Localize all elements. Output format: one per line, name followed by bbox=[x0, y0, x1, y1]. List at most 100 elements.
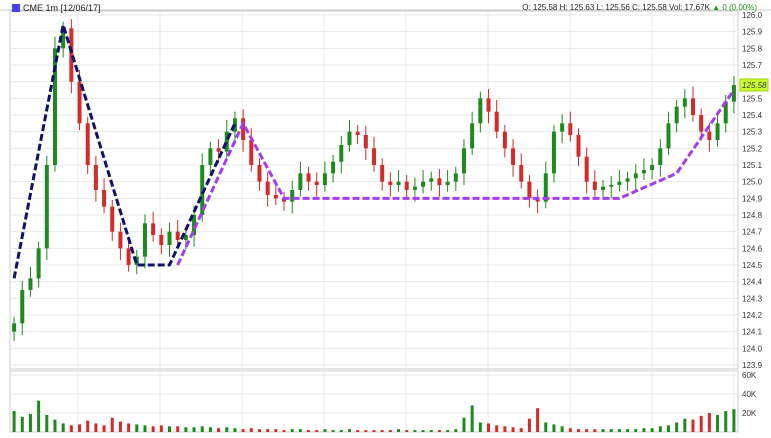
change-arrow-icon: ▲ bbox=[712, 3, 721, 12]
volume-bar bbox=[45, 414, 49, 432]
volume-bar bbox=[61, 423, 65, 432]
candle-body bbox=[265, 181, 270, 195]
y-tick-label: 125.0 bbox=[742, 178, 763, 187]
volume-bar bbox=[454, 429, 458, 432]
candle-body bbox=[421, 181, 426, 187]
candle-body bbox=[102, 190, 107, 207]
candle-body bbox=[273, 195, 278, 199]
volume-bar bbox=[151, 426, 155, 432]
volume-bar bbox=[429, 430, 433, 432]
candle-body bbox=[584, 156, 589, 182]
volume-bar bbox=[78, 424, 82, 432]
volume-bar bbox=[576, 429, 580, 432]
candle-body bbox=[118, 231, 123, 249]
symbol-label: CME 1m [12/06/17] bbox=[23, 3, 101, 13]
candle-body bbox=[609, 185, 614, 187]
y-tick-label: 124.3 bbox=[742, 294, 763, 303]
y-tick-label: 124.0 bbox=[742, 344, 763, 353]
volume-bar bbox=[519, 428, 523, 432]
candle-body bbox=[502, 131, 507, 149]
volume-bar bbox=[266, 429, 270, 432]
volume-bar bbox=[716, 414, 720, 432]
candle-body bbox=[429, 178, 434, 182]
candle-body bbox=[592, 181, 597, 190]
volume-bar bbox=[707, 413, 711, 432]
volume-bar bbox=[503, 426, 507, 432]
volume-bar bbox=[487, 423, 491, 432]
candle-body bbox=[650, 165, 655, 170]
candle-body bbox=[568, 123, 573, 135]
candle-body bbox=[126, 248, 131, 265]
candle-body bbox=[249, 140, 254, 165]
y-tick-label: 124.4 bbox=[742, 278, 763, 287]
volume-bar bbox=[274, 429, 278, 432]
candle-body bbox=[314, 181, 319, 185]
y-tick-label: 124.6 bbox=[742, 244, 763, 253]
y-tick-label: 125.5 bbox=[742, 94, 763, 103]
candle-body bbox=[142, 223, 147, 257]
candle-body bbox=[69, 28, 74, 82]
volume-bar bbox=[724, 411, 728, 432]
candle-body bbox=[519, 165, 524, 182]
volume-tick-label: 20K bbox=[742, 409, 757, 418]
candle-body bbox=[306, 173, 311, 182]
volume-bar bbox=[20, 416, 24, 432]
candle-body bbox=[691, 98, 696, 115]
volume-bar bbox=[339, 430, 343, 432]
candle-body bbox=[412, 186, 417, 190]
volume-bar bbox=[69, 425, 73, 432]
candle-body bbox=[85, 123, 90, 165]
volume-bar bbox=[732, 409, 736, 432]
candle-body bbox=[674, 106, 679, 124]
volume-bar bbox=[249, 428, 253, 432]
y-tick-label: 125.2 bbox=[742, 144, 763, 153]
volume-bar bbox=[536, 408, 540, 432]
candle-body bbox=[216, 148, 221, 152]
y-tick-label: 125.9 bbox=[742, 28, 763, 37]
volume-bar bbox=[37, 400, 41, 432]
volume-bar bbox=[94, 423, 98, 432]
volume-tick-label: 40K bbox=[742, 390, 757, 399]
candle-body bbox=[93, 165, 98, 190]
volume-bar bbox=[118, 421, 122, 432]
candle-body bbox=[347, 131, 352, 145]
volume-bar bbox=[208, 427, 212, 432]
volume-bar bbox=[388, 430, 392, 432]
candle-body bbox=[322, 173, 327, 185]
price-chart-svg[interactable]: 126.0125.9125.8125.7125.6125.5125.4125.3… bbox=[0, 0, 771, 433]
volume-bar bbox=[380, 430, 384, 432]
volume-bar bbox=[298, 429, 302, 432]
candle-body bbox=[576, 135, 581, 157]
volume-bar bbox=[282, 430, 286, 432]
volume-bar bbox=[495, 425, 499, 432]
candle-body bbox=[715, 123, 720, 140]
candle-body bbox=[257, 165, 262, 182]
candle-body bbox=[601, 186, 606, 190]
volume-bar bbox=[290, 429, 294, 432]
volume-bar bbox=[192, 427, 196, 432]
volume-bar bbox=[315, 430, 319, 432]
volume-bar bbox=[331, 430, 335, 432]
y-tick-label: 125.8 bbox=[742, 44, 763, 53]
candle-body bbox=[494, 111, 499, 132]
candle-body bbox=[707, 131, 712, 140]
candle-body bbox=[658, 148, 663, 165]
candle-body bbox=[372, 148, 376, 165]
volume-bar bbox=[413, 430, 417, 432]
candle-body bbox=[44, 165, 49, 249]
candle-body bbox=[110, 206, 115, 232]
candle-body bbox=[355, 131, 360, 135]
volume-bar bbox=[168, 426, 172, 432]
y-tick-label: 124.7 bbox=[742, 228, 763, 237]
candle-body bbox=[470, 123, 475, 149]
volume-bar bbox=[110, 417, 114, 432]
y-tick-label: 125.7 bbox=[742, 61, 763, 70]
volume-bar bbox=[241, 429, 245, 432]
volume-bar bbox=[159, 425, 163, 432]
volume-bar bbox=[257, 429, 261, 432]
candle-body bbox=[437, 178, 442, 185]
volume-bar bbox=[12, 411, 16, 432]
candle-body bbox=[511, 148, 516, 165]
candle-body bbox=[617, 181, 622, 185]
volume-bar bbox=[658, 426, 662, 432]
